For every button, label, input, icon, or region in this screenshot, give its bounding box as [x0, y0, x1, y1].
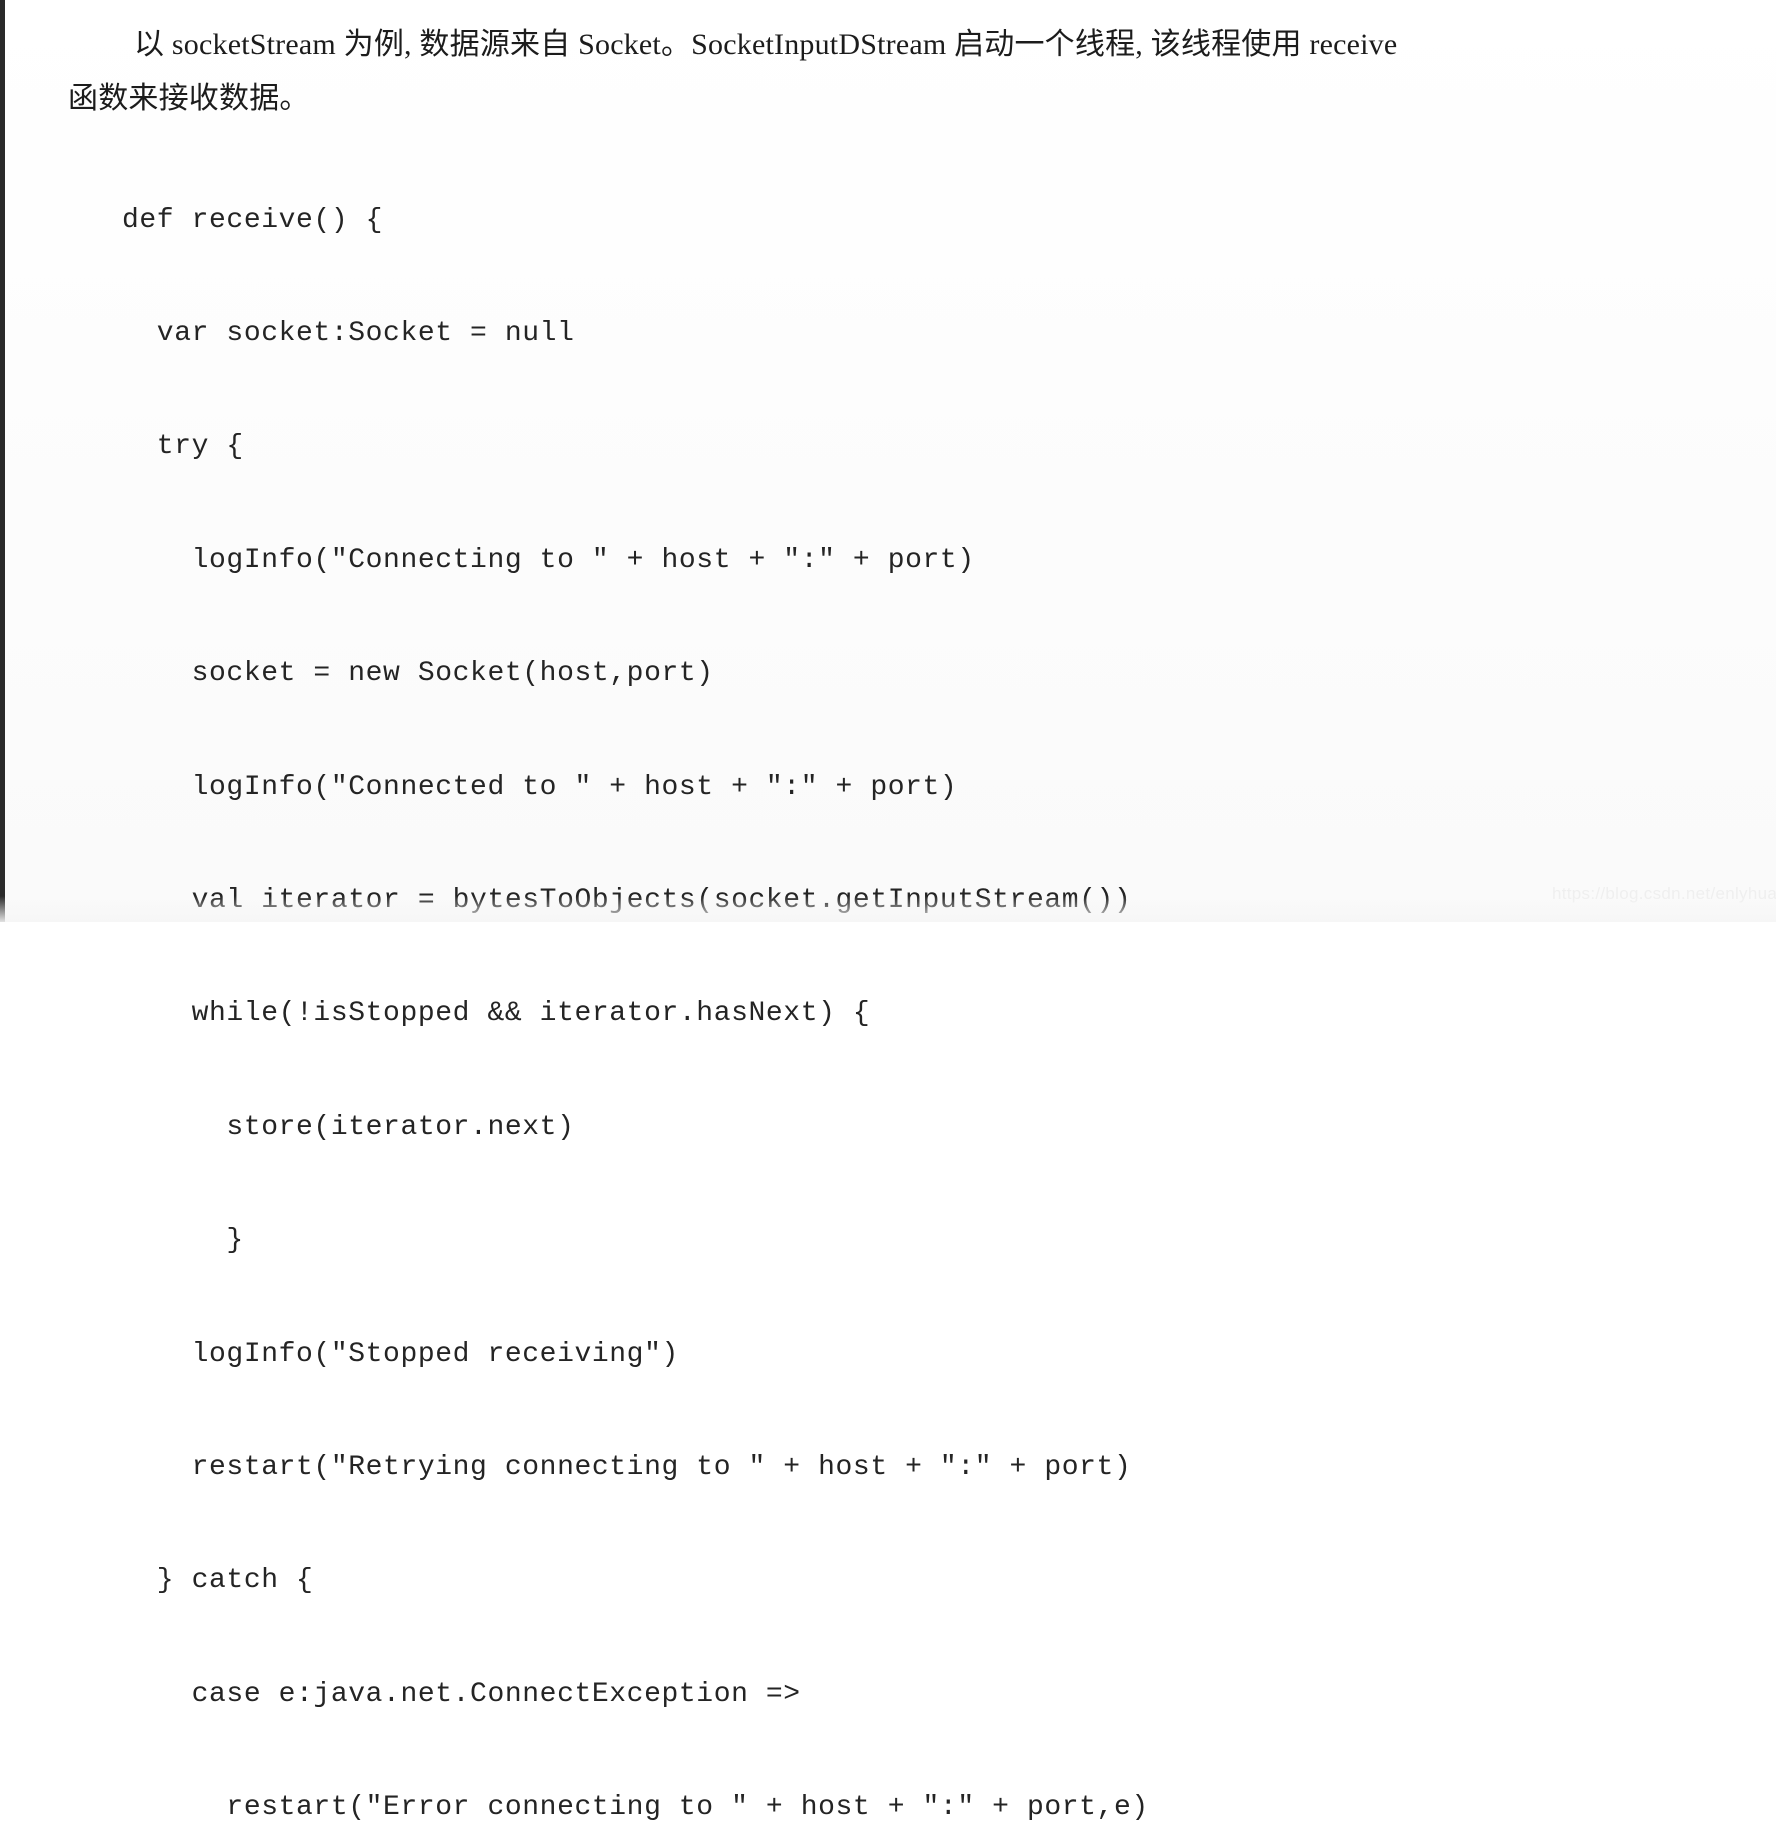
code-line: val iterator = bytesToObjects(socket.get… — [122, 884, 1132, 916]
code-line: restart("Error connecting to " + host + … — [122, 1792, 1149, 1824]
page-content: 以 socketStream 为例, 数据源来自 Socket。SocketIn… — [0, 0, 1776, 1823]
code-line: logInfo("Stopped receiving") — [122, 1338, 679, 1370]
paragraph-line-1: 以 socketStream 为例, 数据源来自 Socket。SocketIn… — [68, 18, 1520, 72]
paragraph-line-2-text: 函数来接收数据。 — [68, 82, 310, 115]
code-line: } catch { — [122, 1565, 314, 1597]
code-line: var socket:Socket = null — [122, 317, 575, 349]
code-line: try { — [122, 431, 244, 463]
code-line: logInfo("Connected to " + host + ":" + p… — [122, 771, 958, 803]
code-line: logInfo("Connecting to " + host + ":" + … — [122, 544, 975, 576]
code-line: while(!isStopped && iterator.hasNext) { — [122, 998, 871, 1030]
body-paragraph: 以 socketStream 为例, 数据源来自 Socket。SocketIn… — [68, 18, 1520, 126]
code-line: restart("Retrying connecting to " + host… — [122, 1451, 1132, 1483]
paragraph-line-1-text: 以 socketStream 为例, 数据源来自 Socket。SocketIn… — [134, 28, 1398, 61]
code-line: case e:java.net.ConnectException => — [122, 1678, 801, 1710]
code-line: } — [122, 1225, 244, 1257]
page-background: 以 socketStream 为例, 数据源来自 Socket。SocketIn… — [0, 0, 1776, 1823]
code-line: store(iterator.next) — [122, 1111, 575, 1143]
code-line: def receive() { — [122, 204, 384, 236]
source-watermark: https://blog.csdn.net/enlyhua — [1552, 884, 1776, 903]
code-line: socket = new Socket(host,port) — [122, 658, 714, 690]
code-listing: def receive() { var socket:Socket = null… — [122, 126, 1542, 1844]
paragraph-line-2: 函数来接收数据。 — [68, 72, 1520, 126]
